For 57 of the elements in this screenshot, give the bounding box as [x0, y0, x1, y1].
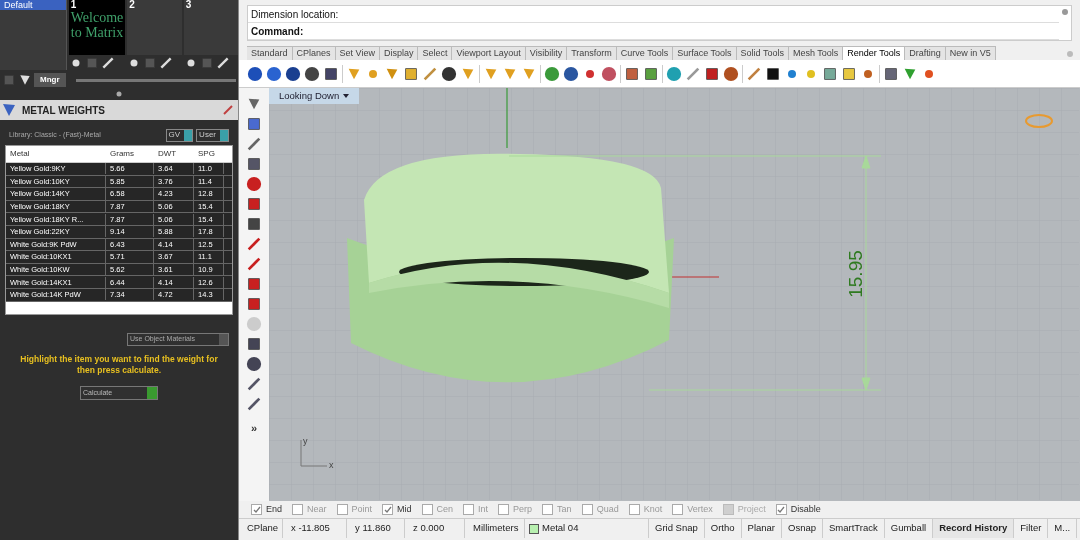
layer-field[interactable]: Metal 04	[525, 519, 649, 538]
column-header[interactable]: Metal	[6, 148, 106, 160]
toolbar-tab[interactable]: Solid Tools	[736, 46, 789, 60]
toolbar-tab[interactable]: Set View	[335, 46, 380, 60]
axis-label: y	[303, 436, 308, 446]
status-pane[interactable]: Planar	[741, 519, 782, 538]
toolbar-tab[interactable]: Mesh Tools	[788, 46, 844, 60]
more-label[interactable]: »	[250, 420, 258, 437]
status-pane[interactable]: M...	[1048, 519, 1078, 538]
list-item[interactable]: Default	[0, 0, 66, 10]
status-pane[interactable]: Osnap	[782, 519, 823, 538]
axis-label: x	[329, 460, 334, 470]
toggle-button[interactable]: GV	[165, 128, 194, 142]
osnap-label[interactable]: Mid	[397, 502, 412, 517]
toolbar-tab[interactable]: Select	[418, 46, 453, 60]
toolbar-tab[interactable]: Transform	[567, 46, 617, 60]
slot-number: 2	[128, 0, 136, 10]
toggle-button[interactable]: User	[196, 128, 229, 142]
status-cell: Millimeters	[465, 519, 525, 538]
column-header[interactable]: SPG	[194, 148, 224, 160]
toolbar-tab[interactable]: Curve Tools	[616, 46, 674, 60]
status-pane[interactable]: Ortho	[704, 519, 742, 538]
toolbar-tab[interactable]: Standard	[247, 46, 293, 60]
column-header[interactable]: DWT	[154, 148, 194, 160]
manager-button[interactable]: Mngr	[34, 73, 66, 87]
toolbar-tab[interactable]: Display	[379, 46, 419, 60]
viewport-label[interactable]: Looking Down	[269, 88, 360, 104]
status-pane[interactable]: Record History	[933, 519, 1015, 538]
slot-number: 3	[184, 0, 193, 10]
dimension-text: 15.95	[845, 250, 866, 298]
osnap-label[interactable]: End	[266, 502, 282, 517]
slot-thumbnail[interactable]: 3	[183, 0, 238, 55]
toolbar-tab[interactable]: Surface Tools	[673, 46, 737, 60]
toolbar-tab[interactable]: New in V5	[945, 46, 996, 60]
toolbar-tab[interactable]: CPlanes	[292, 46, 336, 60]
viewport[interactable]: Looking Down 15.95 y x	[269, 88, 1080, 501]
panel-title: METAL WEIGHTS	[22, 103, 106, 118]
slot-thumbnail[interactable]: 1 Welcome to Matrix	[68, 0, 126, 55]
thumbnail-text: Welcome to Matrix	[69, 10, 125, 40]
column-header[interactable]: Grams	[106, 148, 154, 160]
status-cell: y 11.860	[347, 519, 405, 538]
osnap-label[interactable]: Disable	[790, 502, 821, 517]
command-history: Dimension location:	[248, 6, 1059, 23]
status-pane[interactable]: SmartTrack	[823, 519, 885, 538]
command-prompt[interactable]: Command:	[248, 23, 1059, 40]
slot-number: 1	[69, 0, 78, 10]
status-pane[interactable]: Grid Snap	[649, 519, 705, 538]
toolbar-tab[interactable]: Render Tools	[843, 46, 906, 60]
status-cell: x -11.805	[283, 519, 347, 538]
status-cell: CPlane	[239, 519, 283, 538]
hint-text: Highlight the item you want to find the weight for then press calculate.	[19, 354, 219, 376]
toolbar-tab[interactable]: Visibility	[525, 46, 568, 60]
slot-thumbnail[interactable]: 2	[127, 0, 182, 55]
status-pane[interactable]: Filter	[1014, 519, 1049, 538]
toolbar-tab[interactable]: Viewport Layout	[452, 46, 526, 60]
status-cell: z 0.000	[405, 519, 465, 538]
toolbar-tab[interactable]: Drafting	[905, 46, 946, 60]
